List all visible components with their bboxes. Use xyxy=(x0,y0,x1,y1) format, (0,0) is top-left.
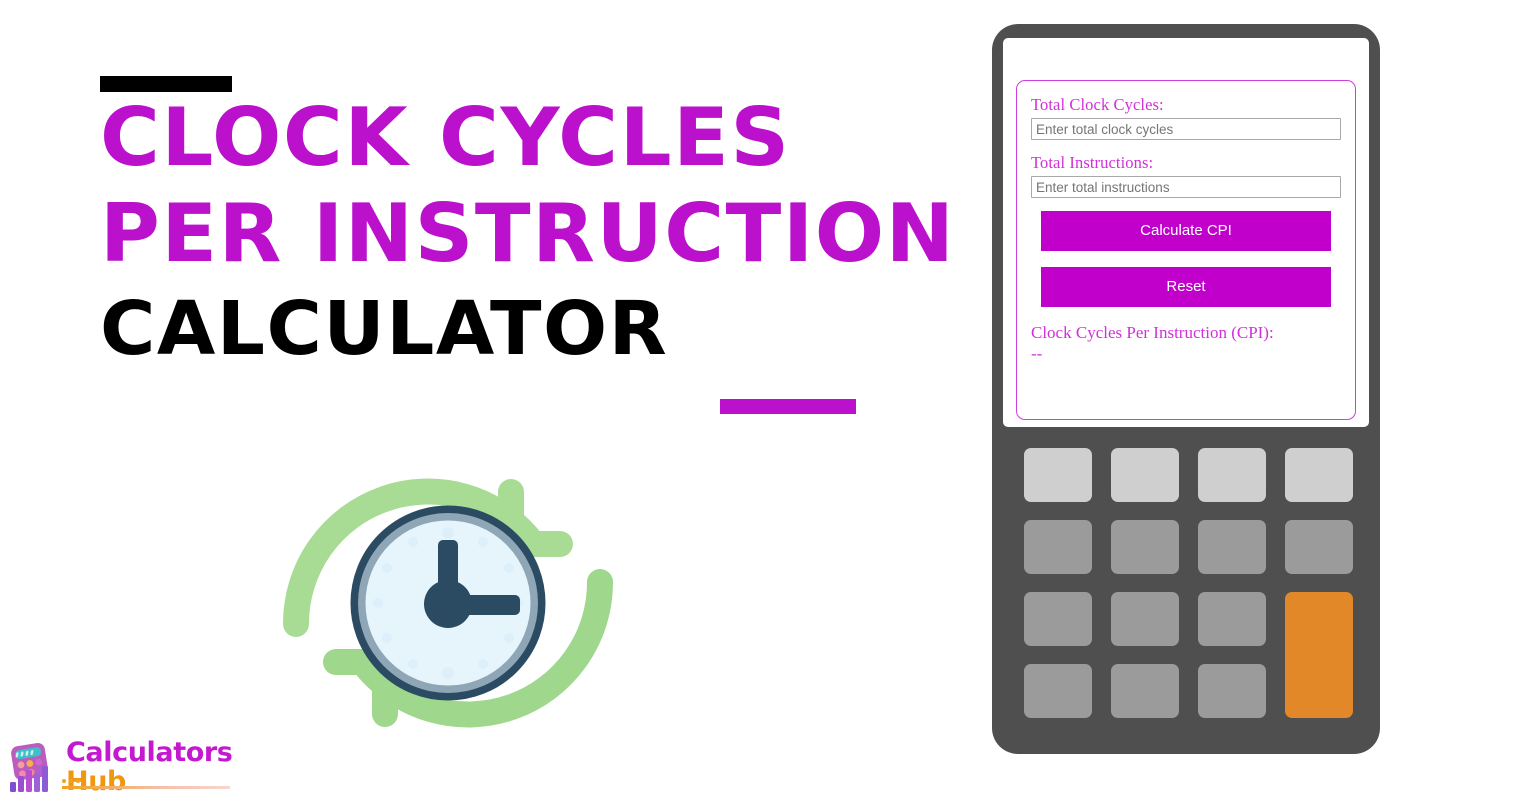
keypad-key[interactable] xyxy=(1111,520,1179,574)
reset-button[interactable]: Reset xyxy=(1041,267,1331,307)
keypad-key[interactable] xyxy=(1024,664,1092,718)
page-title-line-2: PER INSTRUCTION xyxy=(100,187,956,280)
decorative-dash-top xyxy=(100,76,232,92)
total-clock-cycles-input[interactable] xyxy=(1031,118,1341,140)
keypad-key[interactable] xyxy=(1198,520,1266,574)
field-spacer xyxy=(1031,140,1341,153)
keypad-key[interactable] xyxy=(1198,664,1266,718)
calculator-keypad xyxy=(1024,448,1354,726)
keypad-key[interactable] xyxy=(1024,520,1092,574)
button-spacer xyxy=(1031,198,1341,211)
cpi-result-block: Clock Cycles Per Instruction (CPI): -- xyxy=(1031,322,1341,365)
logo-underline-decoration xyxy=(62,786,230,789)
calculator-device: Total Clock Cycles: Total Instructions: … xyxy=(992,24,1380,754)
calculate-cpi-button[interactable]: Calculate CPI xyxy=(1041,211,1331,251)
page-title-line-1: CLOCK CYCLES xyxy=(100,91,791,184)
clock-illustration xyxy=(268,448,628,758)
cpi-result-label: Clock Cycles Per Instruction (CPI): xyxy=(1031,323,1274,342)
brand-name-primary: Calculators xyxy=(66,737,233,768)
keypad-key[interactable] xyxy=(1285,520,1353,574)
decorative-dash-bottom xyxy=(720,399,856,414)
calculator-screen: Total Clock Cycles: Total Instructions: … xyxy=(1003,38,1369,427)
total-instructions-label: Total Instructions: xyxy=(1031,153,1154,172)
brand-name-secondary: Hub xyxy=(66,766,126,797)
logo-dots-decoration xyxy=(62,779,80,783)
cpi-calculator-form: Total Clock Cycles: Total Instructions: … xyxy=(1016,80,1356,420)
total-clock-cycles-label: Total Clock Cycles: xyxy=(1031,95,1164,114)
cpi-result-value: -- xyxy=(1031,344,1043,364)
keypad-key[interactable] xyxy=(1285,448,1353,502)
keypad-key[interactable] xyxy=(1024,448,1092,502)
page-title-line-3: CALCULATOR xyxy=(100,286,669,372)
keypad-key[interactable] xyxy=(1198,448,1266,502)
total-instructions-input[interactable] xyxy=(1031,176,1341,198)
keypad-key[interactable] xyxy=(1111,448,1179,502)
hero-section: CLOCK CYCLES PER INSTRUCTION CALCULATOR xyxy=(0,0,980,800)
button-gap xyxy=(1031,251,1341,267)
keypad-key[interactable] xyxy=(1198,592,1266,646)
keypad-key[interactable] xyxy=(1024,592,1092,646)
keypad-key[interactable] xyxy=(1111,592,1179,646)
calculator-chart-icon xyxy=(6,740,60,794)
page-title: CLOCK CYCLES PER INSTRUCTION CALCULATOR xyxy=(100,98,960,367)
keypad-key[interactable] xyxy=(1111,664,1179,718)
keypad-equals-key[interactable] xyxy=(1285,592,1353,718)
